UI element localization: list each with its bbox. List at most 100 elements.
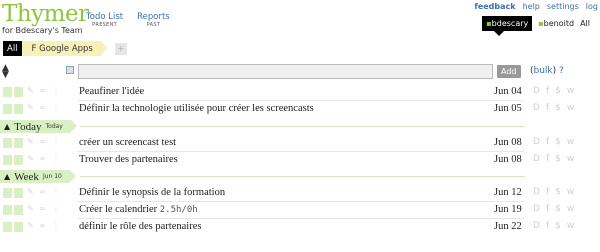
- task-title[interactable]: créer un screencast test: [79, 137, 176, 148]
- action-d[interactable]: D: [533, 187, 540, 197]
- action-dollar[interactable]: $: [555, 86, 561, 96]
- drag-handle-icon[interactable]: ⋮: [52, 86, 60, 95]
- later-checkbox[interactable]: [14, 188, 23, 198]
- action-d[interactable]: D: [533, 137, 540, 147]
- action-f[interactable]: f: [546, 86, 549, 96]
- help-link[interactable]: help: [523, 2, 540, 11]
- user-active-tab[interactable]: ▪bdescary: [482, 16, 533, 36]
- drag-handle-icon[interactable]: ⋮: [52, 204, 60, 213]
- later-checkbox[interactable]: [14, 222, 23, 232]
- action-f[interactable]: f: [546, 204, 549, 214]
- tab-all[interactable]: All: [3, 41, 27, 56]
- done-checkbox[interactable]: [3, 188, 12, 198]
- action-d[interactable]: D: [533, 221, 540, 231]
- action-d[interactable]: D: [533, 204, 540, 214]
- task-title[interactable]: Créer le calendrier 2.5h/0h: [79, 204, 198, 215]
- action-dollar[interactable]: $: [555, 154, 561, 164]
- logout-link[interactable]: log: [586, 2, 598, 11]
- action-d[interactable]: D: [533, 86, 540, 96]
- done-checkbox[interactable]: [3, 205, 12, 215]
- action-dollar[interactable]: $: [555, 221, 561, 231]
- task-row[interactable]: ✎ ∞ ⋮ définir le rôle des partenaires Jun …: [0, 219, 600, 236]
- user-second-tab[interactable]: ▪benoitd: [538, 19, 574, 28]
- action-d[interactable]: D: [533, 103, 540, 113]
- edit-icon[interactable]: ✎: [27, 154, 34, 163]
- action-f[interactable]: f: [546, 103, 549, 113]
- done-checkbox[interactable]: [3, 104, 12, 114]
- tab-google-apps[interactable]: F Google Apps: [21, 41, 108, 56]
- link-icon[interactable]: ∞: [39, 103, 46, 112]
- edit-icon[interactable]: ✎: [27, 86, 34, 95]
- link-icon[interactable]: ∞: [39, 221, 46, 230]
- settings-link[interactable]: settings: [547, 2, 579, 11]
- edit-icon[interactable]: ✎: [27, 221, 34, 230]
- action-f[interactable]: f: [546, 137, 549, 147]
- edit-icon[interactable]: ✎: [27, 187, 34, 196]
- action-w[interactable]: w: [567, 103, 574, 113]
- action-w[interactable]: w: [567, 187, 574, 197]
- task-title[interactable]: définir le rôle des partenaires: [79, 221, 201, 232]
- action-w[interactable]: w: [567, 204, 574, 214]
- task-title[interactable]: Peaufiner l'idée: [79, 86, 144, 97]
- task-row[interactable]: ✎ ∞ ⋮ Créer le calendrier 2.5h/0h Jun 19 D…: [0, 202, 600, 219]
- nav-reports[interactable]: Reports PAST: [137, 12, 170, 28]
- sort-arrows-icon[interactable]: ▲ ▼: [2, 64, 9, 80]
- task-title[interactable]: Définir la technologie utilisée pour cré…: [79, 103, 314, 114]
- action-dollar[interactable]: $: [555, 187, 561, 197]
- task-title[interactable]: Définir le synopsis de la formation: [79, 187, 225, 198]
- task-row[interactable]: ✎ ∞ ⋮ Peaufiner l'idée Jun 04 Df $ w: [0, 84, 600, 101]
- bulk-link[interactable]: bulk: [534, 66, 553, 76]
- later-checkbox[interactable]: [14, 138, 23, 148]
- action-f[interactable]: f: [546, 154, 549, 164]
- action-w[interactable]: w: [567, 137, 574, 147]
- drag-handle-icon[interactable]: ⋮: [52, 137, 60, 146]
- link-icon[interactable]: ∞: [39, 137, 46, 146]
- section-tag[interactable]: ▲ Week Jun 10: [0, 170, 76, 183]
- action-w[interactable]: w: [567, 86, 574, 96]
- action-dollar[interactable]: $: [555, 137, 561, 147]
- thymer-logo[interactable]: Thymer for Bdescary's Team: [2, 2, 89, 35]
- action-d[interactable]: D: [533, 154, 540, 164]
- edit-icon[interactable]: ✎: [27, 103, 34, 112]
- new-task-input[interactable]: [78, 64, 493, 79]
- task-row[interactable]: ✎ ∞ ⋮ créer un screencast test Jun 08 Df $ w: [0, 135, 600, 152]
- calendar-icon[interactable]: [66, 66, 74, 74]
- done-checkbox[interactable]: [3, 138, 12, 148]
- action-dollar[interactable]: $: [555, 204, 561, 214]
- link-icon[interactable]: ∞: [39, 187, 46, 196]
- drag-handle-icon[interactable]: ⋮: [52, 154, 60, 163]
- action-w[interactable]: w: [567, 221, 574, 231]
- link-icon[interactable]: ∞: [39, 154, 46, 163]
- later-checkbox[interactable]: [14, 87, 23, 97]
- task-date: Jun 04: [494, 86, 522, 97]
- later-checkbox[interactable]: [14, 155, 23, 165]
- task-row[interactable]: ✎ ∞ ⋮ Définir la technologie utilisée pour…: [0, 101, 600, 118]
- edit-icon[interactable]: ✎: [27, 204, 34, 213]
- action-f[interactable]: f: [546, 187, 549, 197]
- user-all-tab[interactable]: All: [580, 19, 590, 28]
- later-checkbox[interactable]: [14, 104, 23, 114]
- done-checkbox[interactable]: [3, 87, 12, 97]
- link-icon[interactable]: ∞: [39, 86, 46, 95]
- task-title[interactable]: Trouver des partenaires: [79, 154, 178, 165]
- section-tag[interactable]: ▲ Today Today: [0, 120, 77, 133]
- drag-handle-icon[interactable]: ⋮: [52, 187, 60, 196]
- action-dollar[interactable]: $: [555, 103, 561, 113]
- task-row[interactable]: ✎ ∞ ⋮ Définir le synopsis de la formation …: [0, 185, 600, 202]
- task-actions: Df $ w: [533, 221, 574, 231]
- drag-handle-icon[interactable]: ⋮: [52, 103, 60, 112]
- action-w[interactable]: w: [567, 154, 574, 164]
- edit-icon[interactable]: ✎: [27, 137, 34, 146]
- link-icon[interactable]: ∞: [39, 204, 46, 213]
- feedback-link[interactable]: feedback: [474, 2, 515, 11]
- done-checkbox[interactable]: [3, 222, 12, 232]
- help-question-link[interactable]: ?: [559, 66, 564, 76]
- done-checkbox[interactable]: [3, 155, 12, 165]
- action-f[interactable]: f: [546, 221, 549, 231]
- later-checkbox[interactable]: [14, 205, 23, 215]
- add-task-button[interactable]: Add: [497, 65, 521, 78]
- task-row[interactable]: ✎ ∞ ⋮ Trouver des partenaires Jun 08 Df $ w: [0, 152, 600, 169]
- add-project-button[interactable]: +: [114, 42, 127, 55]
- drag-handle-icon[interactable]: ⋮: [52, 221, 60, 230]
- nav-todo-list[interactable]: Todo List PRESENT: [86, 12, 123, 28]
